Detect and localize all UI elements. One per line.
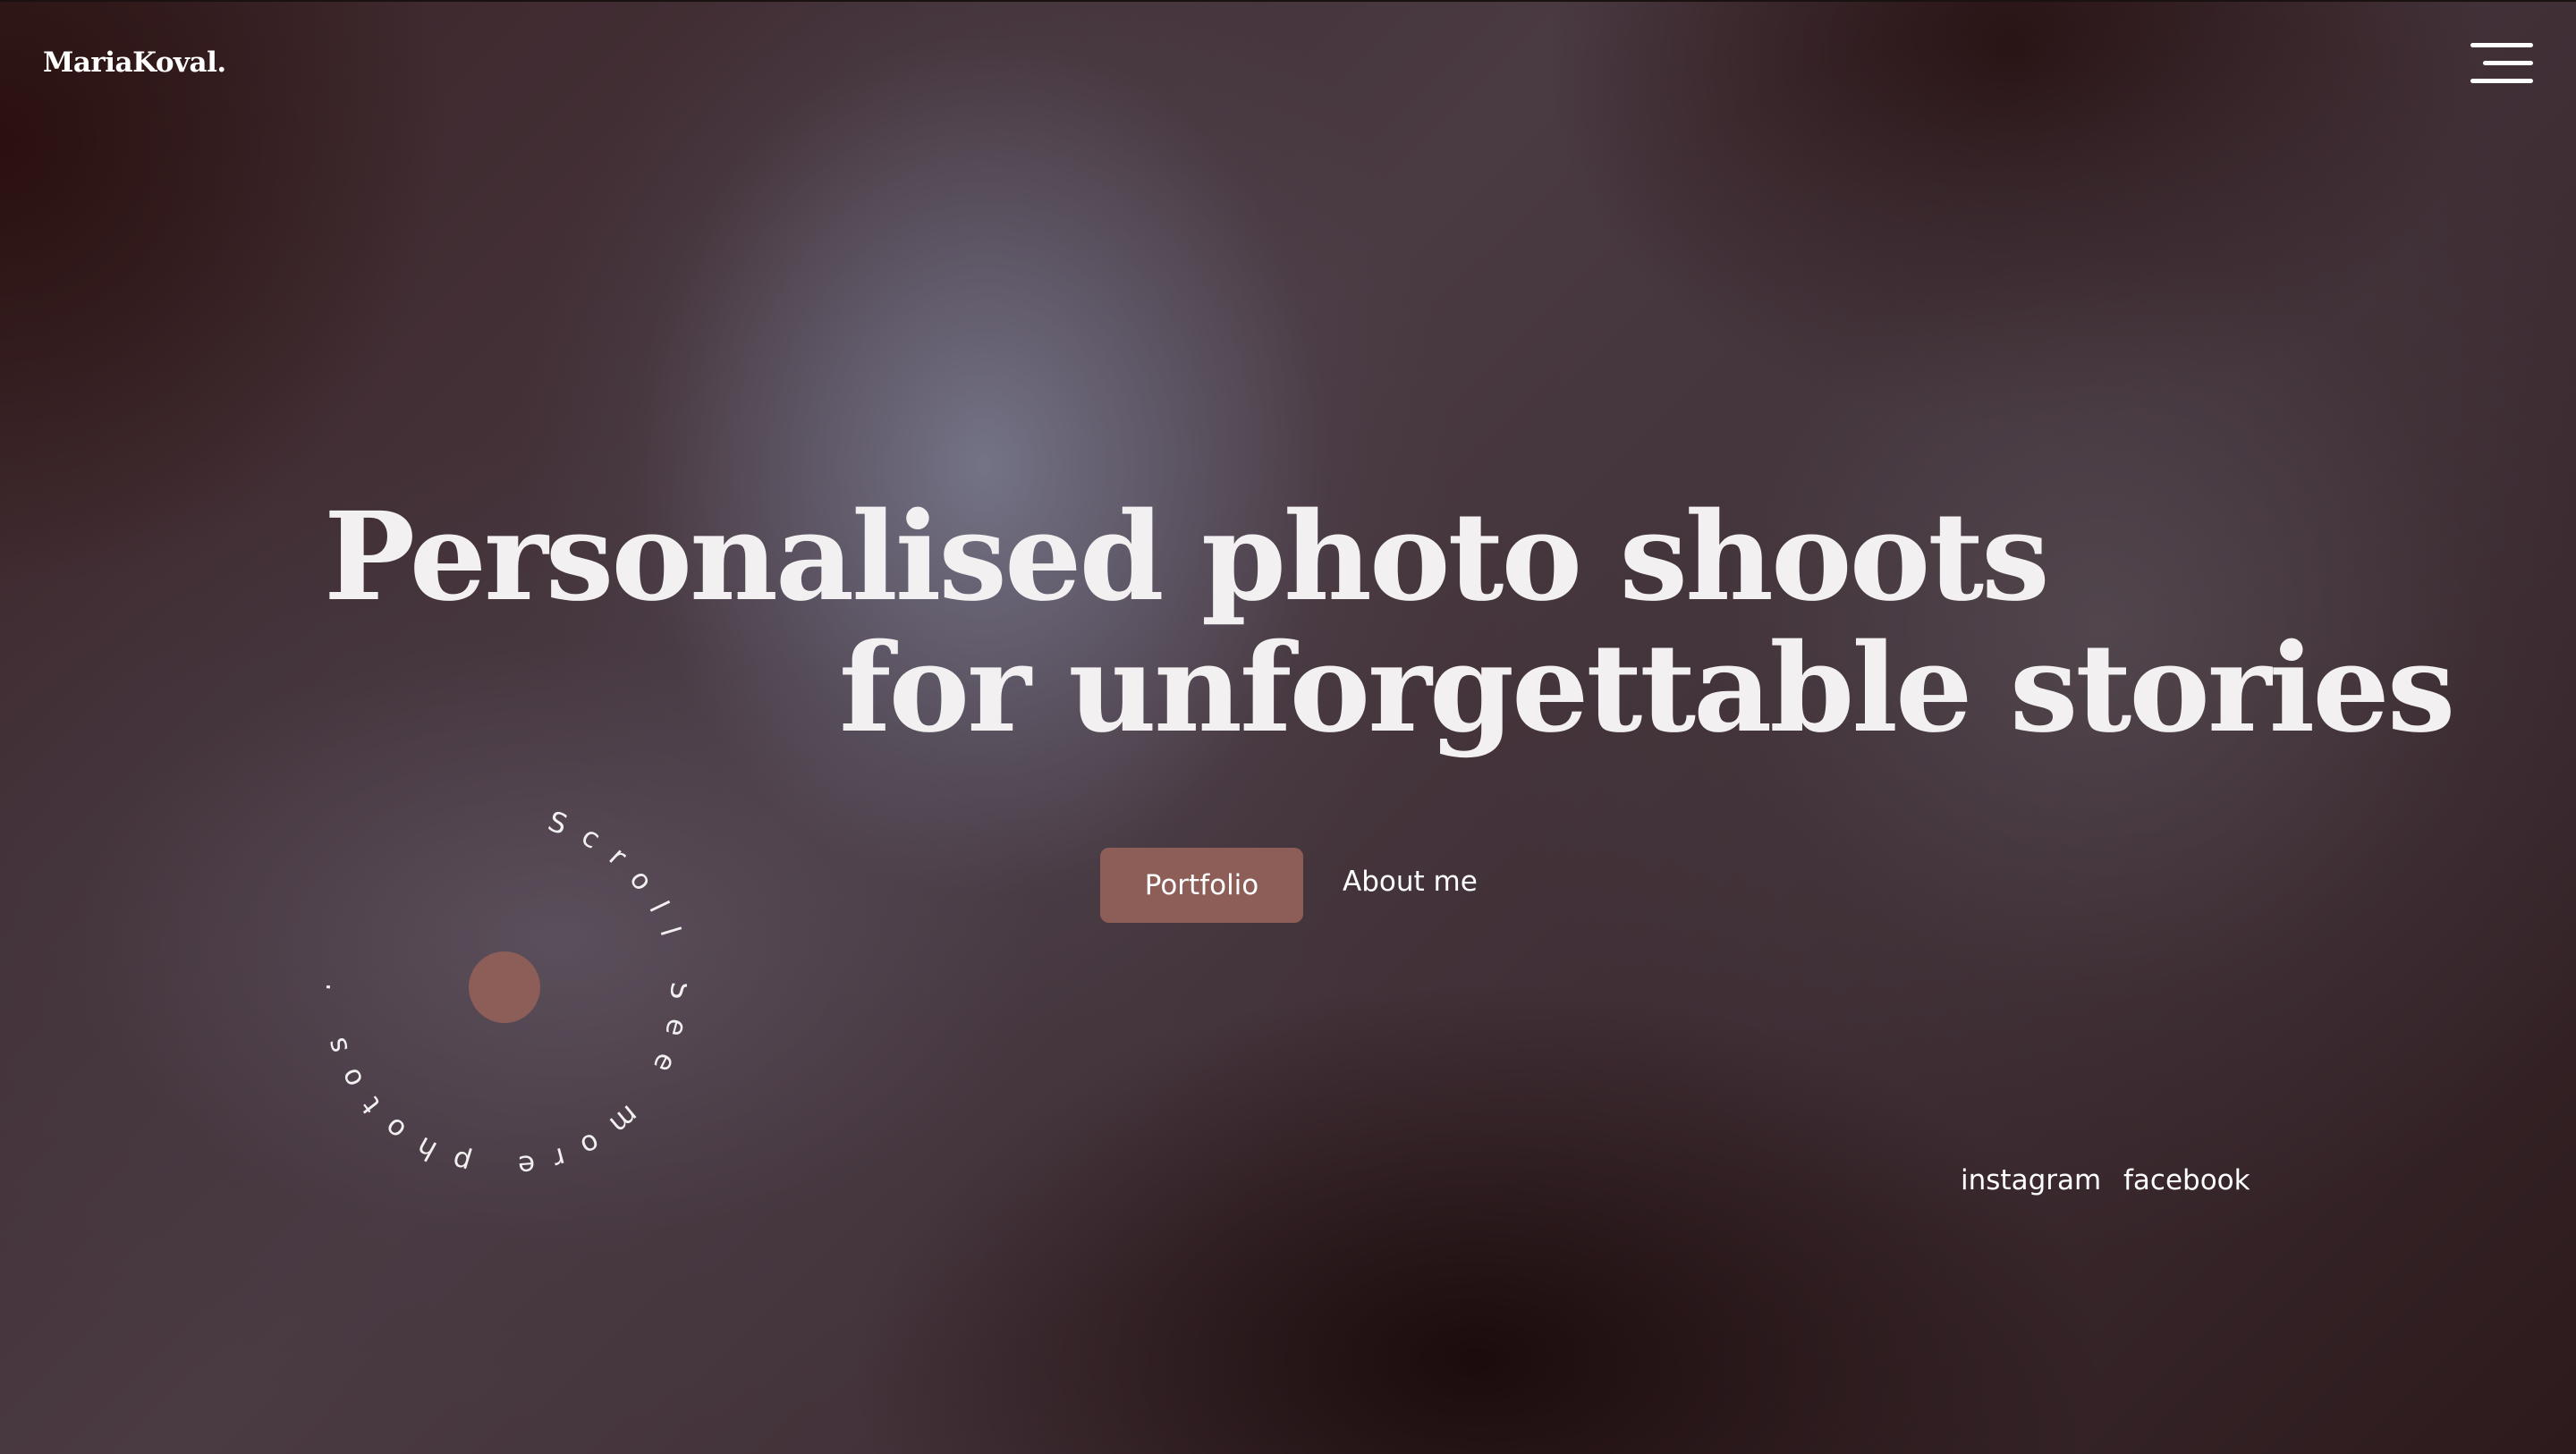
about-me-link[interactable]: About me <box>1343 866 1478 898</box>
instagram-link[interactable]: instagram <box>1961 1164 2101 1196</box>
headline-line-1: Personalised photo shoots <box>324 486 2050 629</box>
scroll-dot[interactable] <box>469 951 540 1023</box>
facebook-link[interactable]: facebook <box>2123 1164 2250 1196</box>
top-border <box>0 0 2576 2</box>
social-instagram-container: instagram <box>1961 1164 2101 1196</box>
social-facebook-container: facebook <box>2123 1164 2250 1196</box>
portfolio-button[interactable]: Portfolio <box>1100 848 1303 923</box>
menu-line <box>2470 43 2533 47</box>
headline-line-2: for unforgettable stories <box>839 617 2455 760</box>
site-logo[interactable]: MariaKoval. <box>43 46 226 79</box>
menu-line <box>2483 61 2533 65</box>
scroll-indicator[interactable]: Scroll See more photos · <box>322 808 687 1173</box>
hamburger-menu-icon[interactable] <box>2467 41 2533 86</box>
menu-line <box>2470 79 2533 83</box>
